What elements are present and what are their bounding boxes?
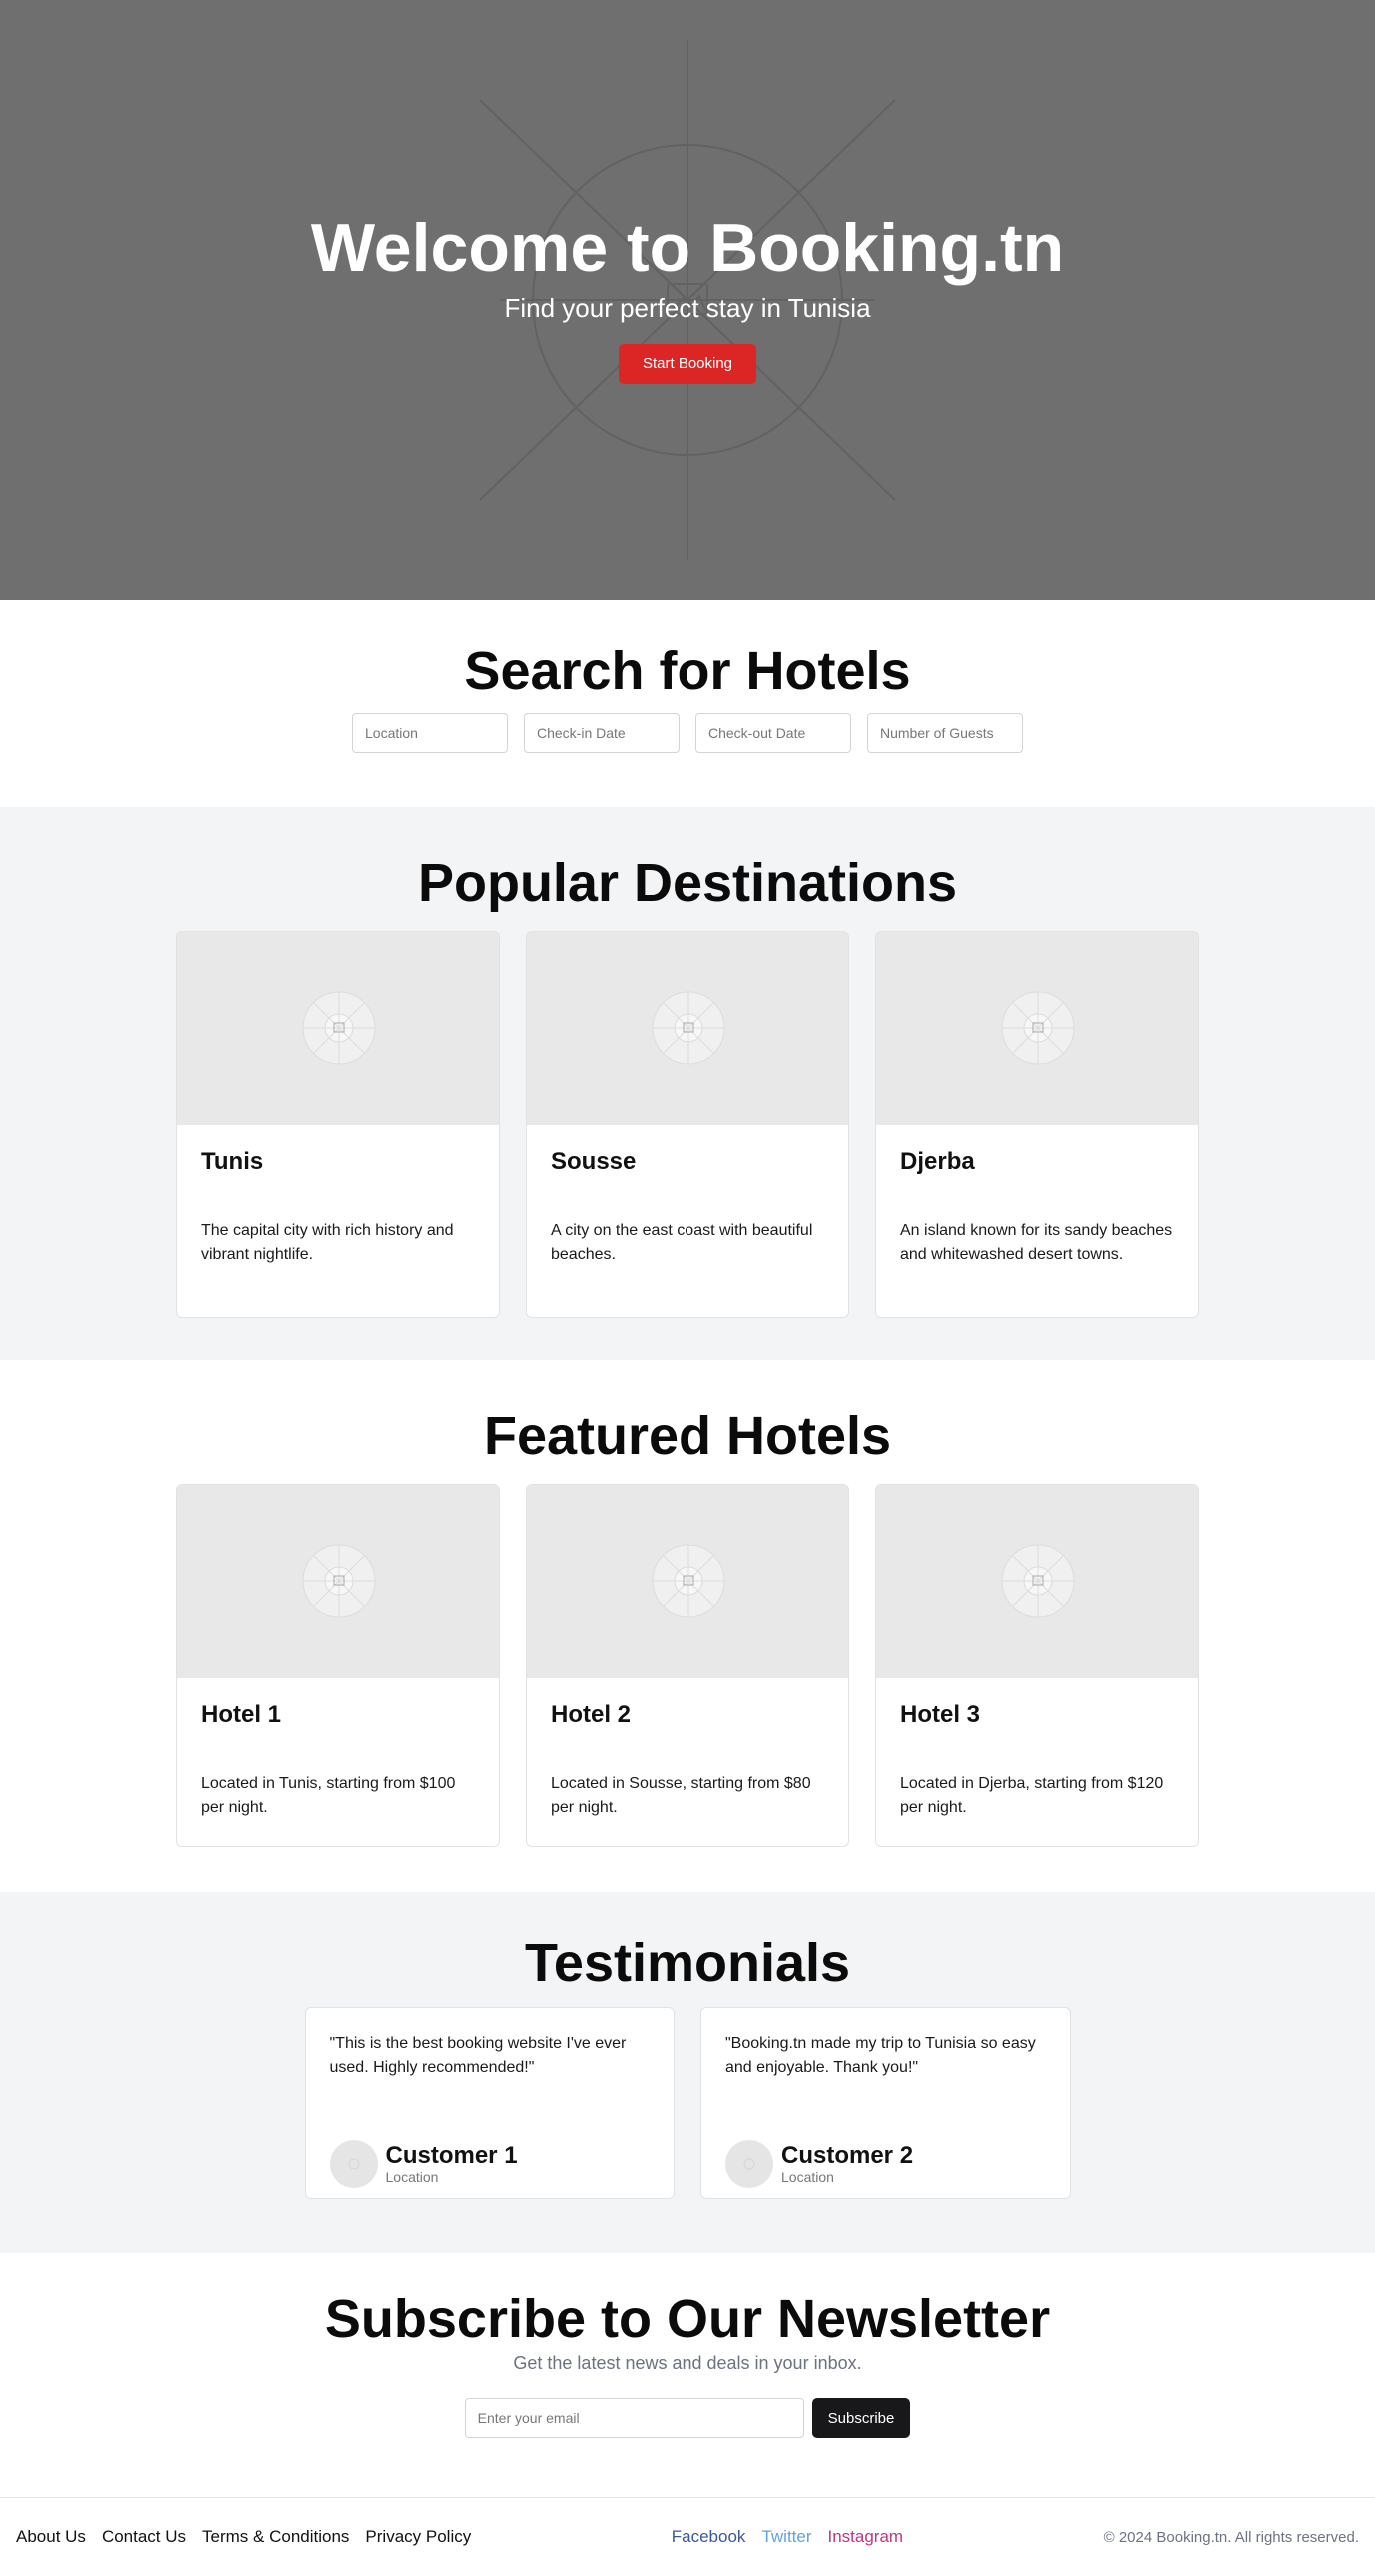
image-placeholder-icon: [302, 1544, 376, 1618]
testimonials-section: Testimonials "This is the best booking w…: [0, 1892, 1375, 2253]
destination-image-placeholder: [876, 932, 1198, 1125]
search-form: [0, 713, 1375, 753]
privacy-policy-link[interactable]: Privacy Policy: [365, 2527, 471, 2547]
search-section: Search for Hotels: [0, 600, 1375, 807]
search-title: Search for Hotels: [464, 642, 911, 701]
hero-subtitle: Find your perfect stay in Tunisia: [504, 293, 871, 323]
testimonial-name: Customer 2: [781, 2142, 914, 2169]
destination-card[interactable]: Djerba An island known for its sandy bea…: [875, 931, 1199, 1318]
newsletter-subtitle: Get the latest news and deals in your in…: [513, 2353, 862, 2373]
image-placeholder-icon: [1001, 1544, 1075, 1618]
destination-description: An island known for its sandy beaches an…: [900, 1222, 1173, 1263]
avatar-placeholder-icon: [743, 2158, 755, 2170]
check-out-date-input[interactable]: [695, 713, 851, 753]
start-booking-button[interactable]: Start Booking: [618, 344, 757, 384]
contact-us-link[interactable]: Contact Us: [102, 2527, 186, 2547]
destination-description: The capital city with rich history and v…: [201, 1222, 454, 1263]
hotel-image-placeholder: [527, 1485, 848, 1678]
footer-links: About Us Contact Us Terms & Conditions P…: [16, 2527, 471, 2547]
hero-title: Welcome to Booking.tn: [310, 210, 1065, 286]
testimonial-quote: "This is the best booking website I've e…: [329, 2035, 627, 2076]
destination-card[interactable]: Tunis The capital city with rich history…: [176, 931, 500, 1318]
terms-link[interactable]: Terms & Conditions: [202, 2527, 349, 2547]
image-placeholder-icon: [652, 1544, 725, 1618]
destination-image-placeholder: [527, 932, 848, 1125]
hotel-name: Hotel 3: [900, 1701, 981, 1728]
email-input[interactable]: [464, 2398, 804, 2438]
footer: About Us Contact Us Terms & Conditions P…: [0, 2497, 1375, 2576]
avatar: [725, 2140, 773, 2188]
newsletter-title: Subscribe to Our Newsletter: [324, 2289, 1051, 2349]
testimonial-card: "This is the best booking website I've e…: [304, 2007, 675, 2199]
guests-input[interactable]: [867, 713, 1023, 753]
check-in-date-input[interactable]: [524, 713, 680, 753]
twitter-link[interactable]: Twitter: [761, 2527, 811, 2547]
destination-name: Tunis: [201, 1148, 264, 1175]
testimonial-location: Location: [385, 2169, 439, 2185]
testimonial-name: Customer 1: [385, 2142, 518, 2169]
destination-name: Sousse: [551, 1148, 637, 1175]
avatar-placeholder-icon: [348, 2158, 359, 2170]
featured-hotels-title: Featured Hotels: [483, 1406, 892, 1466]
destination-description: A city on the east coast with beautiful …: [551, 1222, 813, 1263]
hotel-name: Hotel 2: [551, 1701, 632, 1728]
destinations-title: Popular Destinations: [417, 853, 958, 913]
hotel-card[interactable]: Hotel 2 Located in Sousse, starting from…: [526, 1484, 849, 1847]
testimonial-quote: "Booking.tn made my trip to Tunisia so e…: [725, 2035, 1036, 2076]
hotel-card[interactable]: Hotel 1 Located in Tunis, starting from …: [176, 1484, 500, 1847]
hotel-name: Hotel 1: [201, 1701, 282, 1728]
image-placeholder-icon: [652, 991, 725, 1065]
subscribe-button[interactable]: Subscribe: [811, 2398, 911, 2438]
avatar: [329, 2140, 378, 2188]
testimonial-location: Location: [781, 2169, 834, 2185]
copyright: © 2024 Booking.tn. All rights reserved.: [1103, 2528, 1359, 2546]
testimonials-title: Testimonials: [524, 1933, 851, 1993]
social-links: Facebook Twitter Instagram: [672, 2527, 903, 2547]
destination-name: Djerba: [900, 1148, 975, 1175]
testimonial-card: "Booking.tn made my trip to Tunisia so e…: [700, 2007, 1071, 2199]
destination-image-placeholder: [177, 932, 499, 1125]
facebook-link[interactable]: Facebook: [672, 2527, 746, 2547]
destinations-section: Popular Destinations Tunis The capital c…: [0, 807, 1375, 1360]
hotel-description: Located in Tunis, starting from $100 per…: [201, 1775, 456, 1816]
hotel-description: Located in Sousse, starting from $80 per…: [551, 1775, 811, 1816]
newsletter-section: Subscribe to Our Newsletter Get the late…: [0, 2253, 1375, 2497]
image-placeholder-icon: [302, 991, 376, 1065]
newsletter-form: Subscribe: [0, 2398, 1375, 2438]
location-input[interactable]: [352, 713, 508, 753]
hotel-card[interactable]: Hotel 3 Located in Djerba, starting from…: [875, 1484, 1199, 1847]
hotel-description: Located in Djerba, starting from $120 pe…: [900, 1775, 1164, 1816]
instagram-link[interactable]: Instagram: [828, 2527, 904, 2547]
hero-section: Welcome to Booking.tn Find your perfect …: [0, 0, 1375, 600]
about-us-link[interactable]: About Us: [16, 2527, 86, 2547]
featured-hotels-section: Featured Hotels Hotel 1 Located in Tunis…: [0, 1360, 1375, 1892]
hotel-image-placeholder: [876, 1485, 1198, 1678]
destination-card[interactable]: Sousse A city on the east coast with bea…: [526, 931, 849, 1318]
hotel-image-placeholder: [177, 1485, 499, 1678]
image-placeholder-icon: [1001, 991, 1075, 1065]
